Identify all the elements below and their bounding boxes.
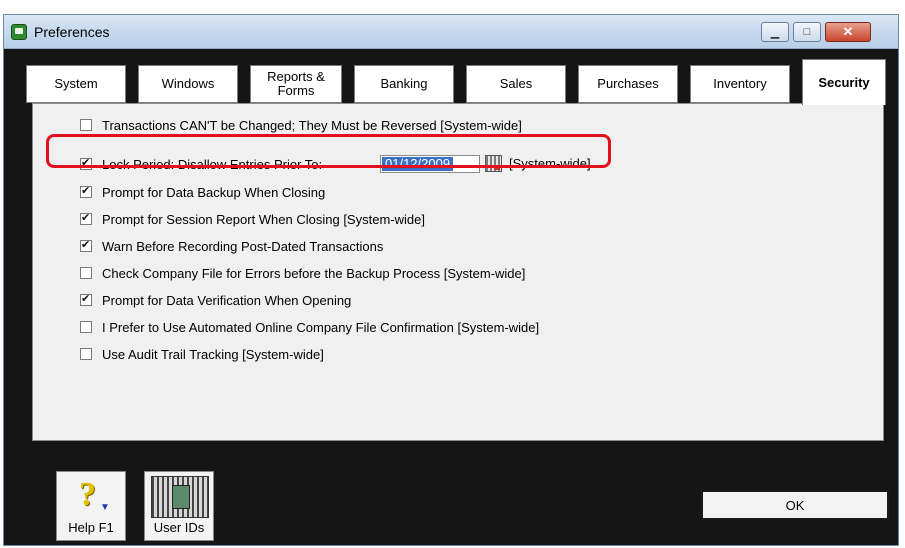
ok-button-label: OK bbox=[785, 497, 805, 513]
checkbox[interactable] bbox=[80, 292, 92, 306]
option-prompt-backup[interactable]: Prompt for Data Backup When Closing bbox=[80, 183, 325, 201]
checkbox[interactable] bbox=[80, 119, 92, 131]
title-bar: Preferences ▁ □ ✕ bbox=[4, 15, 898, 49]
tab-label: Windows bbox=[161, 76, 215, 91]
lock-period-highlight bbox=[46, 134, 611, 168]
option-audit-trail[interactable]: Use Audit Trail Tracking [System-wide] bbox=[80, 345, 324, 363]
tab-label: Banking bbox=[380, 76, 428, 91]
checkbox[interactable] bbox=[80, 238, 92, 252]
option-transactions-reversed[interactable]: Transactions CAN'T be Changed; They Must… bbox=[80, 116, 522, 134]
checkbox[interactable] bbox=[80, 211, 92, 225]
maximize-button[interactable]: □ bbox=[793, 22, 821, 42]
tab-security[interactable]: Security bbox=[802, 59, 886, 105]
tab-label: Reports & Forms bbox=[267, 69, 325, 98]
minimize-icon: ▁ bbox=[770, 26, 780, 39]
ok-button[interactable]: OK bbox=[701, 490, 889, 520]
tab-label: Purchases bbox=[597, 76, 659, 91]
option-label: Transactions CAN'T be Changed; They Must… bbox=[102, 117, 522, 133]
option-label: I Prefer to Use Automated Online Company… bbox=[102, 319, 540, 335]
option-label: Prompt for Data Backup When Closing bbox=[102, 184, 326, 200]
tab-reports-forms[interactable]: Reports & Forms bbox=[250, 65, 342, 103]
option-warn-post-dated[interactable]: Warn Before Recording Post-Dated Transac… bbox=[80, 237, 383, 255]
close-icon: ✕ bbox=[842, 24, 854, 39]
minimize-button[interactable]: ▁ bbox=[761, 22, 789, 42]
tab-purchases[interactable]: Purchases bbox=[578, 65, 678, 103]
tab-windows[interactable]: Windows bbox=[138, 65, 238, 103]
option-label: Use Audit Trail Tracking [System-wide] bbox=[102, 346, 324, 362]
option-label: Prompt for Data Verification When Openin… bbox=[102, 292, 352, 308]
option-label: Warn Before Recording Post-Dated Transac… bbox=[102, 238, 384, 254]
option-label: Check Company File for Errors before the… bbox=[102, 265, 526, 281]
option-label: Prompt for Session Report When Closing [… bbox=[102, 211, 425, 227]
preferences-window: Preferences ▁ □ ✕ System Windows Reports… bbox=[3, 14, 899, 546]
tab-sales[interactable]: Sales bbox=[466, 65, 566, 103]
tab-label: Sales bbox=[499, 76, 533, 91]
question-mark-icon: ? bbox=[79, 476, 96, 513]
option-check-company-file[interactable]: Check Company File for Errors before the… bbox=[80, 264, 525, 282]
tab-inventory[interactable]: Inventory bbox=[690, 65, 790, 103]
tab-banking[interactable]: Banking bbox=[354, 65, 454, 103]
checkbox[interactable] bbox=[80, 321, 92, 333]
help-button-label: Help F1 bbox=[68, 520, 114, 535]
users-id-icon bbox=[151, 476, 209, 518]
checkbox[interactable] bbox=[80, 348, 92, 360]
maximize-icon: □ bbox=[803, 26, 811, 38]
close-button[interactable]: ✕ bbox=[825, 22, 871, 42]
tab-strip: System Windows Reports & Forms Banking S… bbox=[26, 59, 886, 105]
tab-label: Inventory bbox=[713, 76, 767, 91]
tab-system[interactable]: System bbox=[26, 65, 126, 103]
option-session-report[interactable]: Prompt for Session Report When Closing [… bbox=[80, 210, 425, 228]
checkbox[interactable] bbox=[80, 267, 92, 279]
dropdown-arrow-icon: ▼ bbox=[100, 502, 110, 513]
option-online-confirmation[interactable]: I Prefer to Use Automated Online Company… bbox=[80, 318, 539, 336]
help-button[interactable]: ? ▼ Help F1 bbox=[56, 471, 126, 541]
tab-label: System bbox=[54, 76, 98, 91]
user-ids-button[interactable]: User IDs bbox=[144, 471, 214, 541]
user-ids-button-label: User IDs bbox=[153, 520, 205, 535]
option-data-verification[interactable]: Prompt for Data Verification When Openin… bbox=[80, 291, 351, 309]
checkbox[interactable] bbox=[80, 184, 92, 198]
app-icon bbox=[11, 24, 27, 40]
tab-label: Security bbox=[818, 74, 870, 90]
window-title: Preferences bbox=[34, 24, 110, 40]
